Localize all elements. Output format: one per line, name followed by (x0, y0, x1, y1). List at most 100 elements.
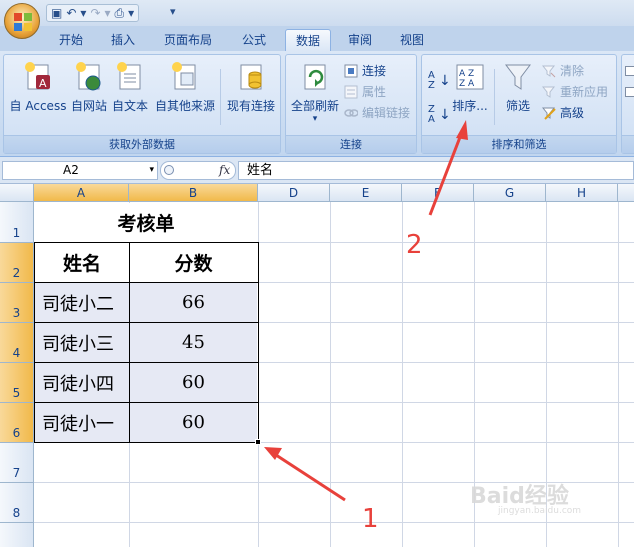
tab-view[interactable]: 视图 (390, 29, 434, 51)
column-header-h[interactable]: H (546, 184, 618, 202)
table-border (34, 362, 259, 363)
refresh-all-label: 全部刷新 (290, 99, 339, 113)
properties-button[interactable]: 属性 (342, 82, 386, 102)
undo-dropdown-icon[interactable]: ▾ (80, 6, 86, 20)
row-header-3[interactable]: 3 (0, 283, 34, 323)
data-tool-icon (625, 87, 634, 97)
refresh-dropdown-icon[interactable]: ▾ (288, 114, 342, 124)
reapply-button[interactable]: 重新应用 (540, 82, 608, 102)
sort-ascending-button[interactable]: AZ ↓ (426, 69, 451, 93)
tab-review[interactable]: 审阅 (338, 29, 382, 51)
sort-button[interactable]: A ZZ A 排序... (450, 61, 490, 131)
name-box[interactable]: A2 ▾ (2, 161, 158, 180)
tab-insert[interactable]: 插入 (101, 29, 145, 51)
office-logo-icon (14, 13, 32, 31)
refresh-all-button[interactable]: 全部刷新 ▾ (288, 61, 342, 131)
web-icon (75, 61, 103, 91)
fill-handle[interactable] (255, 439, 261, 445)
filter-label: 筛选 (505, 99, 530, 113)
ribbon-tabs: 开始 插入 页面布局 公式 数据 审阅 视图 (0, 26, 634, 51)
cell-a3[interactable]: 司徒小二 (35, 283, 129, 322)
row-header-9[interactable] (0, 523, 34, 547)
from-text-button[interactable]: 自文本 (110, 61, 150, 131)
redo-icon[interactable]: ↷ (90, 6, 100, 20)
row-header-4[interactable]: 4 (0, 323, 34, 363)
row-header-8[interactable]: 8 (0, 483, 34, 523)
column-header-a[interactable]: A (34, 184, 129, 202)
column-header-next[interactable] (618, 184, 634, 202)
group-label-sort-filter: 排序和筛选 (422, 135, 616, 153)
refresh-icon (301, 61, 329, 91)
from-other-sources-label: 自其他来源 (154, 99, 215, 113)
connections-button[interactable]: 连接 (342, 61, 386, 81)
formula-bar: A2 ▾ fx 姓名 (0, 157, 634, 184)
cell-a5[interactable]: 司徒小四 (35, 363, 129, 402)
gridline (618, 202, 619, 547)
sort-a-to-z-icon: AZ (428, 70, 435, 91)
table-border (129, 242, 130, 443)
print-preview-dropdown-icon[interactable]: ▾ (128, 6, 134, 20)
annotation-number-2: 2 (406, 230, 423, 260)
access-icon: A (24, 61, 52, 91)
existing-connections-button[interactable]: 现有连接 (224, 61, 278, 131)
row-header-6[interactable]: 6 (0, 403, 34, 443)
cell-a1-title[interactable]: 考核单 (34, 203, 258, 242)
name-box-dropdown-icon[interactable]: ▾ (149, 162, 154, 179)
cell-a6[interactable]: 司徒小一 (35, 403, 129, 442)
cell-b5[interactable]: 60 (130, 363, 257, 402)
advanced-button[interactable]: 高级 (540, 103, 584, 123)
cell-a2-header-name[interactable]: 姓名 (35, 243, 129, 282)
sort-descending-button[interactable]: ZA ↓ (426, 103, 451, 127)
column-header-b[interactable]: B (129, 184, 258, 202)
existing-connections-icon (237, 61, 265, 91)
svg-text:A Z: A Z (459, 69, 474, 79)
tab-data[interactable]: 数据 (285, 29, 332, 51)
row-header-5[interactable]: 5 (0, 363, 34, 403)
customize-toolbar-icon[interactable]: ▾ (170, 5, 176, 18)
data-tool-button[interactable] (625, 61, 634, 81)
row-header-7[interactable]: 7 (0, 443, 34, 483)
tab-formulas[interactable]: 公式 (232, 29, 276, 51)
formula-bar-resize-icon[interactable] (164, 165, 174, 175)
table-border (34, 322, 259, 323)
connections-icon (344, 64, 358, 78)
column-header-g[interactable]: G (474, 184, 546, 202)
cell-b2-header-score[interactable]: 分数 (130, 243, 257, 282)
from-web-button[interactable]: 自网站 (69, 61, 109, 131)
tab-home[interactable]: 开始 (49, 29, 93, 51)
from-other-sources-button[interactable]: 自其他来源 (152, 61, 218, 131)
insert-function-button[interactable]: fx (219, 163, 230, 177)
redo-dropdown-icon[interactable]: ▾ (105, 6, 111, 20)
column-header-d[interactable]: D (258, 184, 330, 202)
clear-label: 清除 (560, 64, 585, 78)
reapply-filter-icon (541, 85, 556, 99)
select-all-button[interactable] (0, 184, 34, 202)
edit-links-button[interactable]: 编辑链接 (342, 103, 410, 123)
tab-page-layout[interactable]: 页面布局 (154, 29, 222, 51)
cell-b3[interactable]: 66 (130, 283, 257, 322)
cell-b6[interactable]: 60 (130, 403, 257, 442)
existing-connections-label: 现有连接 (226, 99, 275, 113)
row-header-2[interactable]: 2 (0, 243, 34, 283)
chain-link-icon (344, 106, 359, 120)
sort-dialog-icon: A ZZ A (456, 61, 484, 91)
filter-button[interactable]: 筛选 (500, 61, 536, 131)
data-tool-button[interactable] (625, 82, 634, 102)
save-icon[interactable]: ▣ (51, 6, 62, 20)
row-header-1[interactable]: 1 (0, 202, 34, 243)
svg-text:A: A (39, 77, 47, 90)
office-button[interactable] (4, 3, 40, 39)
cell-b4[interactable]: 45 (130, 323, 257, 362)
undo-icon[interactable]: ↶ (66, 6, 76, 20)
print-preview-icon[interactable]: ⎙ (115, 6, 125, 20)
formula-input[interactable]: 姓名 (238, 161, 634, 180)
group-data-tools-partial (621, 54, 634, 154)
from-access-button[interactable]: A 自 Access (8, 61, 68, 131)
gridline (330, 202, 331, 547)
watermark: Baid经验 jingyan.baidu.com (470, 478, 581, 516)
column-header-e[interactable]: E (330, 184, 402, 202)
column-header-f[interactable]: F (402, 184, 474, 202)
from-text-label: 自文本 (111, 99, 148, 113)
cell-a4[interactable]: 司徒小三 (35, 323, 129, 362)
clear-button[interactable]: 清除 (540, 61, 584, 81)
